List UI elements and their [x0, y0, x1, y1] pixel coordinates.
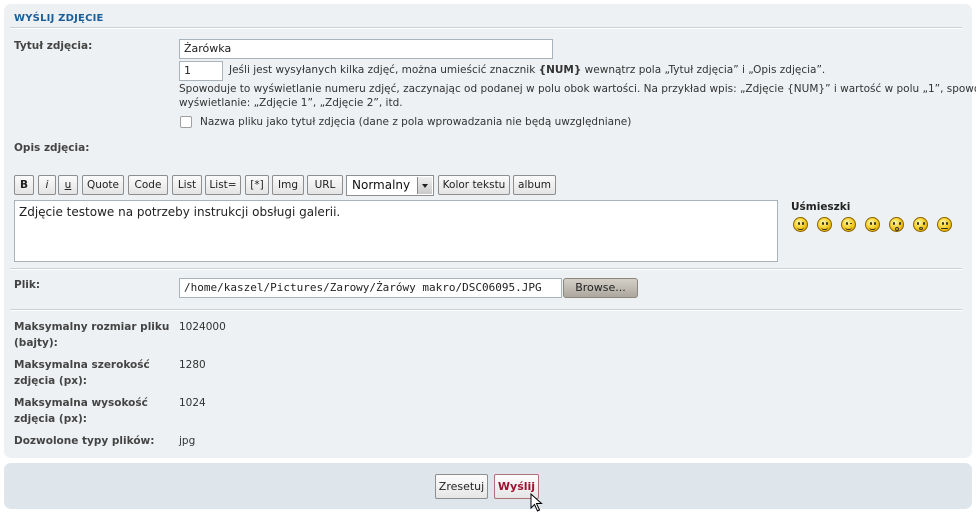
list-button[interactable]: List: [172, 175, 202, 195]
section-title: WYŚLIJ ZDJĘCIE: [14, 13, 104, 24]
divider-highlight: [10, 269, 962, 270]
list-item-button[interactable]: [*]: [245, 175, 269, 195]
divider-highlight: [10, 28, 962, 29]
browse-button[interactable]: Browse...: [563, 278, 638, 298]
wink-icon[interactable]: [841, 217, 856, 232]
number-start-input[interactable]: 1: [179, 61, 223, 81]
description-label: Opis zdjęcia:: [14, 142, 90, 154]
font-size-value: Normalny: [352, 178, 411, 192]
title-label: Tytuł zdjęcia:: [14, 40, 93, 52]
surprised-icon[interactable]: [889, 217, 904, 232]
form-actions-bar: [4, 463, 972, 509]
bold-button[interactable]: B: [14, 175, 34, 195]
max-file-size-value: 1024000: [179, 321, 226, 333]
grin-icon[interactable]: [793, 217, 808, 232]
confused-icon[interactable]: [937, 217, 952, 232]
text-color-button[interactable]: Kolor tekstu: [438, 175, 510, 195]
code-button[interactable]: Code: [128, 175, 168, 195]
underline-button[interactable]: u: [58, 175, 78, 195]
mouse-cursor-icon: [530, 493, 543, 512]
divider-highlight: [10, 310, 962, 311]
num-hint-line2: Spowoduje to wyświetlanie numeru zdjęć, …: [179, 83, 976, 95]
max-height-label: Maksymalna wysokość zdjęcia (px):: [14, 397, 148, 425]
italic-button[interactable]: i: [38, 175, 56, 195]
ordered-list-button[interactable]: List=: [205, 175, 241, 195]
file-label: Plik:: [14, 279, 41, 291]
image-button[interactable]: Img: [272, 175, 304, 195]
happy-icon[interactable]: [865, 217, 880, 232]
filename-as-title-checkbox[interactable]: [180, 116, 192, 128]
smilies-label: Uśmieszki: [791, 201, 851, 213]
allowed-types-label: Dozwolone typy plików:: [14, 435, 155, 447]
album-button[interactable]: album: [513, 175, 556, 195]
font-size-select[interactable]: Normalny: [346, 175, 434, 196]
max-width-value: 1280: [179, 359, 206, 371]
max-file-size-label: Maksymalny rozmiar pliku (bajty):: [14, 321, 170, 349]
allowed-types-value: jpg: [179, 435, 196, 447]
max-height-value: 1024: [179, 397, 206, 409]
smile-icon[interactable]: [817, 217, 832, 232]
shocked-icon[interactable]: [913, 217, 928, 232]
max-width-label: Maksymalna szerokość zdjęcia (px):: [14, 359, 150, 387]
reset-button[interactable]: Zresetuj: [435, 474, 488, 499]
quote-button[interactable]: Quote: [82, 175, 124, 195]
num-tag: {NUM}: [538, 64, 582, 76]
file-path-input[interactable]: /home/kaszel/Pictures/Zarowy/Żarówy makr…: [179, 278, 562, 298]
url-button[interactable]: URL: [307, 175, 343, 195]
title-input[interactable]: Żarówka: [179, 39, 553, 59]
chevron-down-icon: [417, 177, 432, 194]
num-hint: Jeśli jest wysyłanych kilka zdjęć, można…: [229, 64, 826, 76]
filename-as-title-label: Nazwa pliku jako tytuł zdjęcia (dane z p…: [200, 116, 632, 128]
num-hint-line3: wyświetlanie: „Zdjęcie 1”, „Zdjęcie 2”, …: [179, 97, 403, 109]
description-textarea[interactable]: Zdjęcie testowe na potrzeby instrukcji o…: [14, 200, 778, 262]
